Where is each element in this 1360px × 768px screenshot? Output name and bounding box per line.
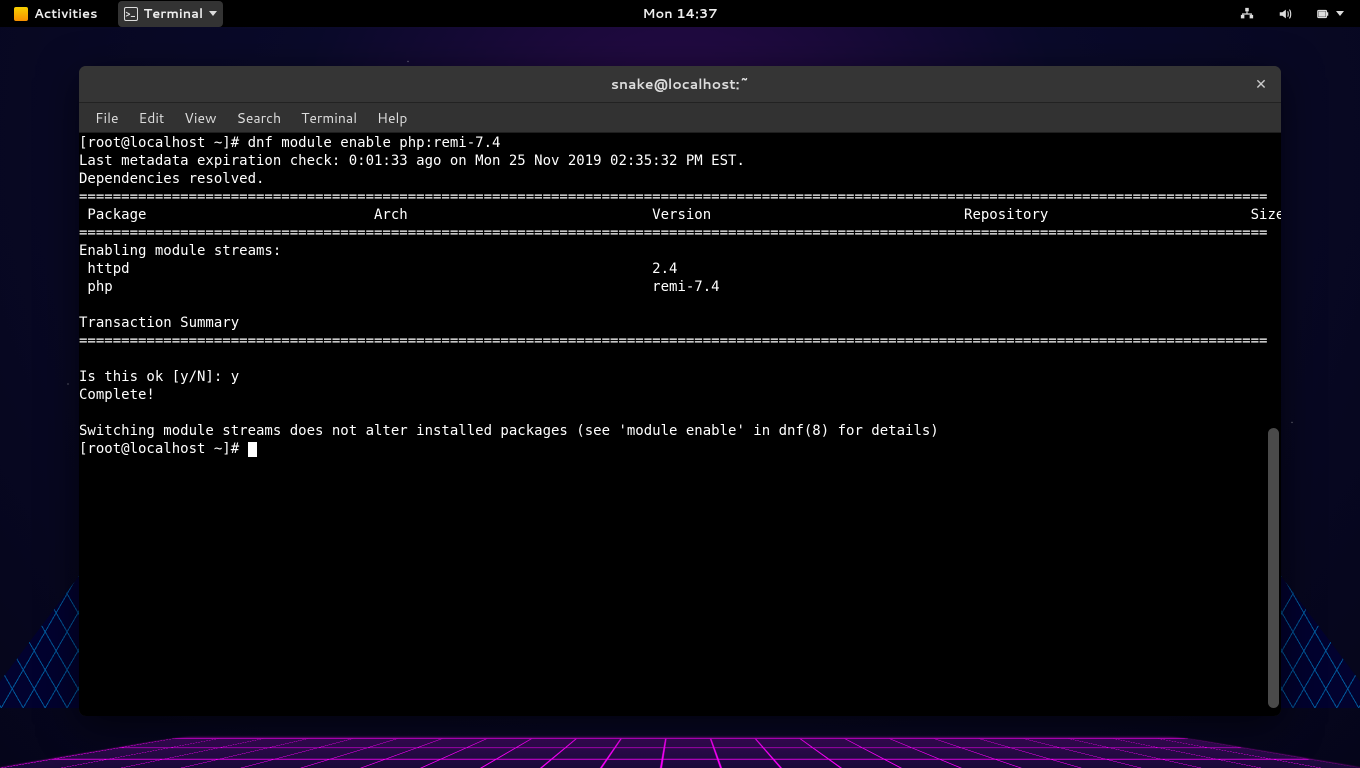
- table-row: php remi-7.4: [79, 279, 720, 295]
- activities-button[interactable]: Activities: [8, 1, 104, 27]
- system-status-button[interactable]: [1310, 3, 1350, 25]
- command: dnf module enable php:remi-7.4: [248, 135, 501, 151]
- table-header: Package Arch Version Repository Size: [79, 207, 1281, 223]
- clock-label: Mon 14:37: [642, 5, 717, 23]
- terminal-app-icon: >_: [124, 7, 138, 21]
- battery-icon: [1316, 7, 1330, 21]
- window-titlebar[interactable]: snake@localhost:~ ✕: [79, 66, 1281, 103]
- output-rule: ========================================…: [79, 333, 1267, 349]
- volume-status-button[interactable]: [1272, 3, 1298, 25]
- scrollbar[interactable]: [1268, 428, 1279, 708]
- menu-edit[interactable]: Edit: [129, 104, 175, 132]
- output-line: Is this ok [y/N]: y: [79, 369, 239, 385]
- volume-icon: [1278, 7, 1292, 21]
- output-line: Dependencies resolved.: [79, 171, 264, 187]
- menu-view[interactable]: View: [174, 104, 226, 132]
- output-rule: ========================================…: [79, 225, 1267, 241]
- prompt: [root@localhost ~]#: [79, 441, 248, 457]
- clock-button[interactable]: Mon 14:37: [636, 1, 723, 27]
- output-line: Switching module streams does not alter …: [79, 423, 939, 439]
- output-line: Complete!: [79, 387, 155, 403]
- menu-file[interactable]: File: [85, 104, 129, 132]
- table-row: httpd 2.4: [79, 261, 677, 277]
- network-status-button[interactable]: [1234, 3, 1260, 25]
- close-button[interactable]: ✕: [1251, 74, 1271, 94]
- app-menu-label: Terminal: [144, 5, 204, 23]
- terminal-window: snake@localhost:~ ✕ File Edit View Searc…: [79, 66, 1281, 716]
- menu-terminal[interactable]: Terminal: [291, 104, 367, 132]
- menu-help[interactable]: Help: [367, 104, 417, 132]
- terminal-output[interactable]: [root@localhost ~]# dnf module enable ph…: [79, 133, 1281, 716]
- output-line: Transaction Summary: [79, 315, 239, 331]
- gnome-topbar: Activities >_ Terminal Mon 14:37: [0, 0, 1360, 27]
- cursor: [248, 442, 257, 457]
- close-icon: ✕: [1255, 74, 1267, 94]
- activities-icon: [14, 7, 28, 21]
- output-line: Enabling module streams:: [79, 243, 281, 259]
- network-icon: [1240, 7, 1254, 21]
- prompt: [root@localhost ~]#: [79, 135, 248, 151]
- output-line: Last metadata expiration check: 0:01:33 …: [79, 153, 745, 169]
- window-title: snake@localhost:~: [611, 74, 749, 94]
- menu-search[interactable]: Search: [227, 104, 292, 132]
- chevron-down-icon: [1336, 11, 1344, 16]
- bg-grid-floor: [0, 738, 1360, 768]
- app-menu-button[interactable]: >_ Terminal: [118, 1, 224, 27]
- chevron-down-icon: [209, 11, 217, 16]
- activities-label: Activities: [34, 5, 98, 23]
- output-rule: ========================================…: [79, 189, 1267, 205]
- terminal-menubar: File Edit View Search Terminal Help: [79, 103, 1281, 133]
